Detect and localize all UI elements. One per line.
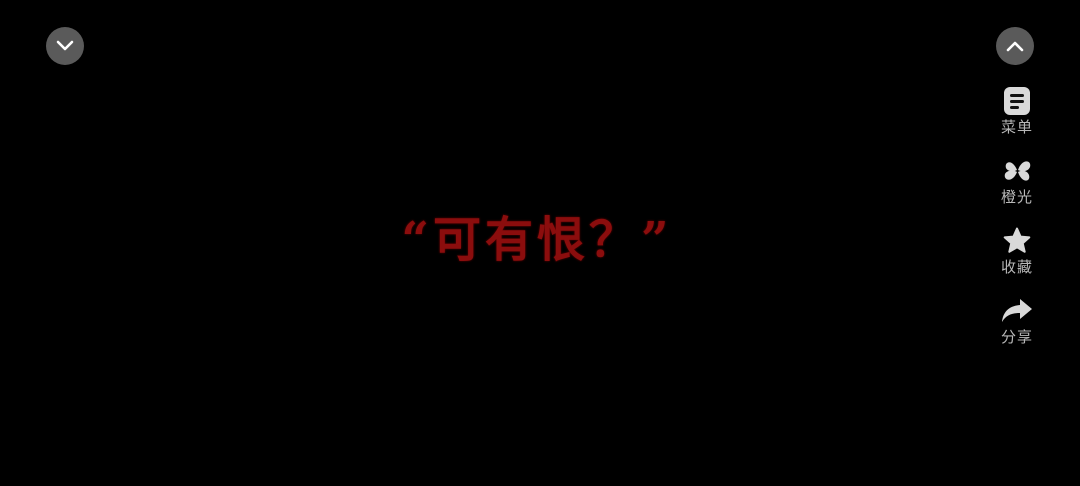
share-icon [1000,294,1034,328]
side-item-share-label: 分享 [1000,328,1033,346]
side-item-menu[interactable]: 菜单 [986,84,1048,136]
dialogue-text: “可有恨？” [401,212,673,268]
menu-icon [1000,84,1034,118]
chevron-down-icon [56,40,74,51]
side-item-share[interactable]: 分享 [986,294,1048,346]
orange-light-icon [1000,154,1034,188]
side-item-orange-light[interactable]: 橙光 [986,154,1048,206]
expand-button[interactable] [996,27,1034,65]
collapse-button[interactable] [46,27,84,65]
game-screen[interactable]: 菜单 橙光 收藏 分享 “可有恨？” [0,0,1080,486]
side-item-orange-light-label: 橙光 [1000,188,1033,206]
chevron-up-icon [1006,41,1024,52]
side-item-menu-label: 菜单 [1000,118,1033,136]
